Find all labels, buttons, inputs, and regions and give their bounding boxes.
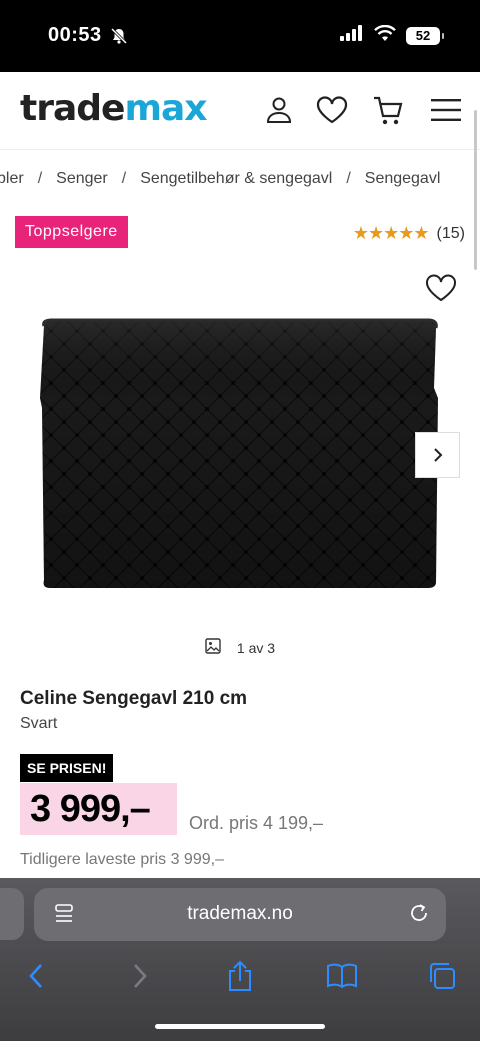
product-title: Celine Sengegavl 210 cm [20, 688, 248, 709]
breadcrumb-item[interactable]: Sengegavl [365, 170, 441, 188]
previous-lowest-price: Tidligere laveste pris 3 999,– [20, 851, 224, 868]
status-bar: 00:53 52 [0, 0, 480, 72]
price-box: 3 999,– [20, 783, 177, 835]
review-count: (15) [436, 224, 465, 242]
breadcrumb-item[interactable]: bler [0, 170, 24, 188]
product-image[interactable] [38, 318, 440, 590]
trademax-logo[interactable]: trademax [20, 88, 207, 129]
reload-icon[interactable] [408, 902, 430, 929]
share-icon[interactable] [222, 958, 258, 994]
signal-icon [340, 25, 364, 46]
silent-bell-icon [110, 27, 128, 50]
next-image-button[interactable] [415, 432, 460, 478]
breadcrumb: bler / Senger / Sengetilbehør & sengegavl / Se… [0, 170, 477, 188]
image-counter: 1 av 3 [0, 638, 480, 657]
image-counter-text: 1 av 3 [236, 639, 276, 656]
ordinary-price: Ord. pris 4 199,– [189, 813, 324, 833]
battery-indicator: 52 [406, 26, 444, 45]
image-icon [205, 638, 221, 657]
back-icon[interactable] [18, 958, 54, 994]
status-time: 00:53 [48, 24, 102, 46]
browser-toolbar: trademax.no [0, 878, 480, 1041]
product-variant: Svart [20, 715, 58, 732]
breadcrumb-item[interactable]: Senger [56, 170, 108, 188]
breadcrumb-item[interactable]: Sengetilbehør & sengegavl [140, 170, 332, 188]
site-header: trademax [0, 72, 480, 150]
tabs-icon[interactable] [424, 958, 460, 994]
previous-tab-peek[interactable] [0, 888, 24, 940]
scrollbar[interactable] [474, 110, 477, 270]
bookmarks-icon[interactable] [324, 958, 360, 994]
heart-icon[interactable] [314, 92, 350, 128]
forward-icon[interactable] [122, 958, 158, 994]
rating[interactable]: ★★★★★ (15) [353, 223, 465, 244]
menu-icon[interactable] [428, 92, 464, 128]
see-price-label: SE PRISEN! [20, 754, 114, 782]
address-bar[interactable]: trademax.no [34, 888, 446, 941]
favorite-heart-icon[interactable] [425, 274, 457, 307]
star-rating-icon: ★★★★★ [352, 223, 430, 243]
product-price: 3 999,– [30, 788, 151, 830]
chevron-right-icon [433, 448, 442, 462]
cart-icon[interactable] [370, 92, 406, 128]
topseller-badge: Toppselgere [15, 216, 128, 248]
url-text: trademax.no [187, 903, 293, 924]
home-indicator[interactable] [155, 1024, 325, 1029]
wifi-icon [374, 24, 396, 46]
user-icon[interactable] [261, 92, 297, 128]
